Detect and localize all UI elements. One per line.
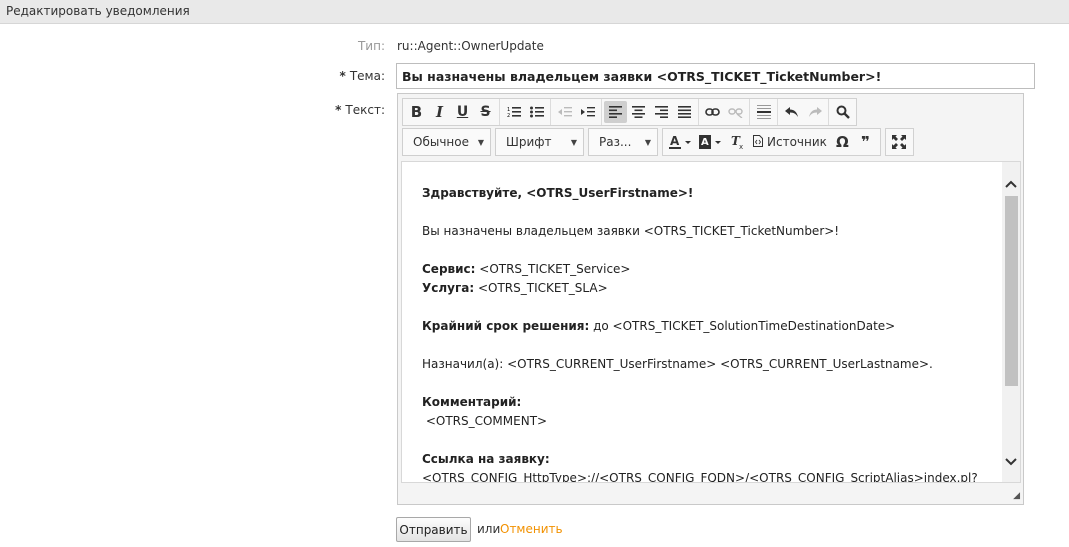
underline-button[interactable]: U (451, 101, 474, 123)
toolbar-group-link (699, 99, 750, 125)
font-combo[interactable]: Шрифт ▼ (495, 128, 584, 156)
toolbar-row-1: B I U S 12 (402, 98, 857, 126)
chevron-down-icon: ▼ (570, 137, 577, 147)
link-icon[interactable] (701, 101, 724, 123)
service-value: <OTRS_TICKET_Service> (475, 262, 631, 276)
required-mark: * (335, 103, 342, 117)
bulleted-list-icon[interactable] (525, 101, 548, 123)
submit-button[interactable]: Отправить (396, 517, 471, 542)
remove-format-icon[interactable]: Tx (726, 131, 749, 153)
source-button[interactable]: Источник (749, 131, 831, 153)
size-combo[interactable]: Раз... ▼ (588, 128, 658, 156)
align-left-icon[interactable] (604, 101, 627, 123)
special-char-icon[interactable]: Ω (831, 131, 854, 153)
toolbar-strip-extras: A A Tx Источник Ω ❞ (662, 128, 881, 156)
align-center-icon[interactable] (627, 101, 650, 123)
size-combo-label: Раз... (599, 135, 632, 149)
bold-button[interactable]: B (405, 101, 428, 123)
redo-icon[interactable] (803, 101, 826, 123)
chevron-down-icon: ▼ (477, 137, 484, 147)
or-text: или (477, 522, 501, 536)
deadline-label: Крайний срок решения: (422, 319, 590, 333)
format-combo-label: Обычное (413, 135, 469, 149)
service-line: Сервис: <OTRS_TICKET_Service> (422, 260, 994, 279)
source-doc-icon (753, 134, 763, 150)
assigned-by-line: Назначил(а): <OTRS_CURRENT_UserFirstname… (422, 357, 933, 371)
toolbar-group-hr (750, 99, 778, 125)
sla-value: <OTRS_TICKET_SLA> (474, 281, 608, 295)
horizontal-line-icon[interactable] (752, 101, 775, 123)
type-value: ru::Agent::OwnerUpdate (397, 39, 544, 53)
decrease-indent-icon[interactable] (553, 101, 576, 123)
scrollbar-thumb[interactable] (1005, 196, 1018, 386)
increase-indent-icon[interactable] (576, 101, 599, 123)
assignment-line: Вы назначены владельцем заявки <OTRS_TIC… (422, 224, 840, 238)
editor-body-text: Здравствуйте, <OTRS_UserFirstname>! Вы н… (422, 184, 994, 483)
toolbar-group-basic: B I U S (403, 99, 500, 125)
comment-value: <OTRS_COMMENT> (422, 414, 548, 428)
page-title: Редактировать уведомления (6, 4, 190, 18)
text-label-wrap: * Текст: (265, 103, 385, 117)
deadline-line: Крайний срок решения: до <OTRS_TICKET_So… (422, 317, 994, 336)
toolbar-row-2: Обычное ▼ Шрифт ▼ Раз... ▼ A A Tx Источн… (402, 128, 918, 156)
align-justify-icon[interactable] (673, 101, 696, 123)
type-label: Тип: (357, 39, 385, 53)
service-label: Сервис: (422, 262, 476, 276)
scroll-down-icon[interactable] (1002, 452, 1020, 472)
undo-icon[interactable] (780, 101, 803, 123)
blockquote-icon[interactable]: ❞ (854, 131, 877, 153)
ticket-link-label: Ссылка на заявку: (422, 452, 550, 466)
background-color-icon[interactable]: A (696, 131, 726, 153)
toolbar-group-lists: 12 (500, 99, 551, 125)
sla-line: Услуга: <OTRS_TICKET_SLA> (422, 279, 994, 298)
scroll-up-icon[interactable] (1002, 174, 1020, 194)
svg-text:2: 2 (507, 113, 510, 118)
required-mark: * (339, 69, 346, 83)
toolbar-group-indent (551, 99, 602, 125)
toolbar-group-history (778, 99, 829, 125)
numbered-list-icon[interactable]: 12 (502, 101, 525, 123)
content-scrollbar[interactable] (1002, 162, 1020, 482)
deadline-value: до <OTRS_TICKET_SolutionTimeDestinationD… (589, 319, 896, 333)
toolbar-strip-maximize (884, 128, 914, 156)
rich-text-editor: B I U S 12 Обычное ▼ Шрифт ▼ Раз... ▼ A … (397, 93, 1024, 505)
toolbar-group-find (829, 99, 856, 125)
chevron-down-icon: ▼ (644, 137, 651, 147)
cancel-link[interactable]: Отменить (500, 522, 563, 536)
strikethrough-button[interactable]: S (474, 101, 497, 123)
toolbar-group-align (602, 99, 699, 125)
search-icon[interactable] (831, 101, 854, 123)
svg-text:x: x (739, 143, 743, 149)
sla-label: Услуга: (422, 281, 475, 295)
font-combo-label: Шрифт (506, 135, 552, 149)
ticket-link-value: <OTRS_CONFIG_HttpType>://<OTRS_CONFIG_FQ… (422, 471, 978, 483)
unlink-icon[interactable] (724, 101, 747, 123)
source-button-label: Источник (767, 135, 827, 149)
align-right-icon[interactable] (650, 101, 673, 123)
comment-label: Комментарий: (422, 395, 522, 409)
subject-label-wrap: * Тема: (265, 69, 385, 83)
editor-content-area[interactable]: Здравствуйте, <OTRS_UserFirstname>! Вы н… (401, 161, 1021, 483)
format-combo[interactable]: Обычное ▼ (402, 128, 491, 156)
svg-text:A: A (670, 135, 680, 148)
svg-text:A: A (701, 137, 709, 148)
maximize-icon[interactable] (888, 131, 911, 153)
subject-input[interactable] (396, 63, 1035, 89)
text-label: Текст: (345, 103, 385, 117)
greeting-line: Здравствуйте, <OTRS_UserFirstname>! (422, 186, 694, 200)
italic-button[interactable]: I (428, 101, 451, 123)
subject-label: Тема: (349, 69, 385, 83)
page-header: Редактировать уведомления (0, 0, 1069, 24)
text-color-icon[interactable]: A (666, 131, 696, 153)
resize-grip-icon[interactable]: ◢ (1013, 491, 1020, 501)
